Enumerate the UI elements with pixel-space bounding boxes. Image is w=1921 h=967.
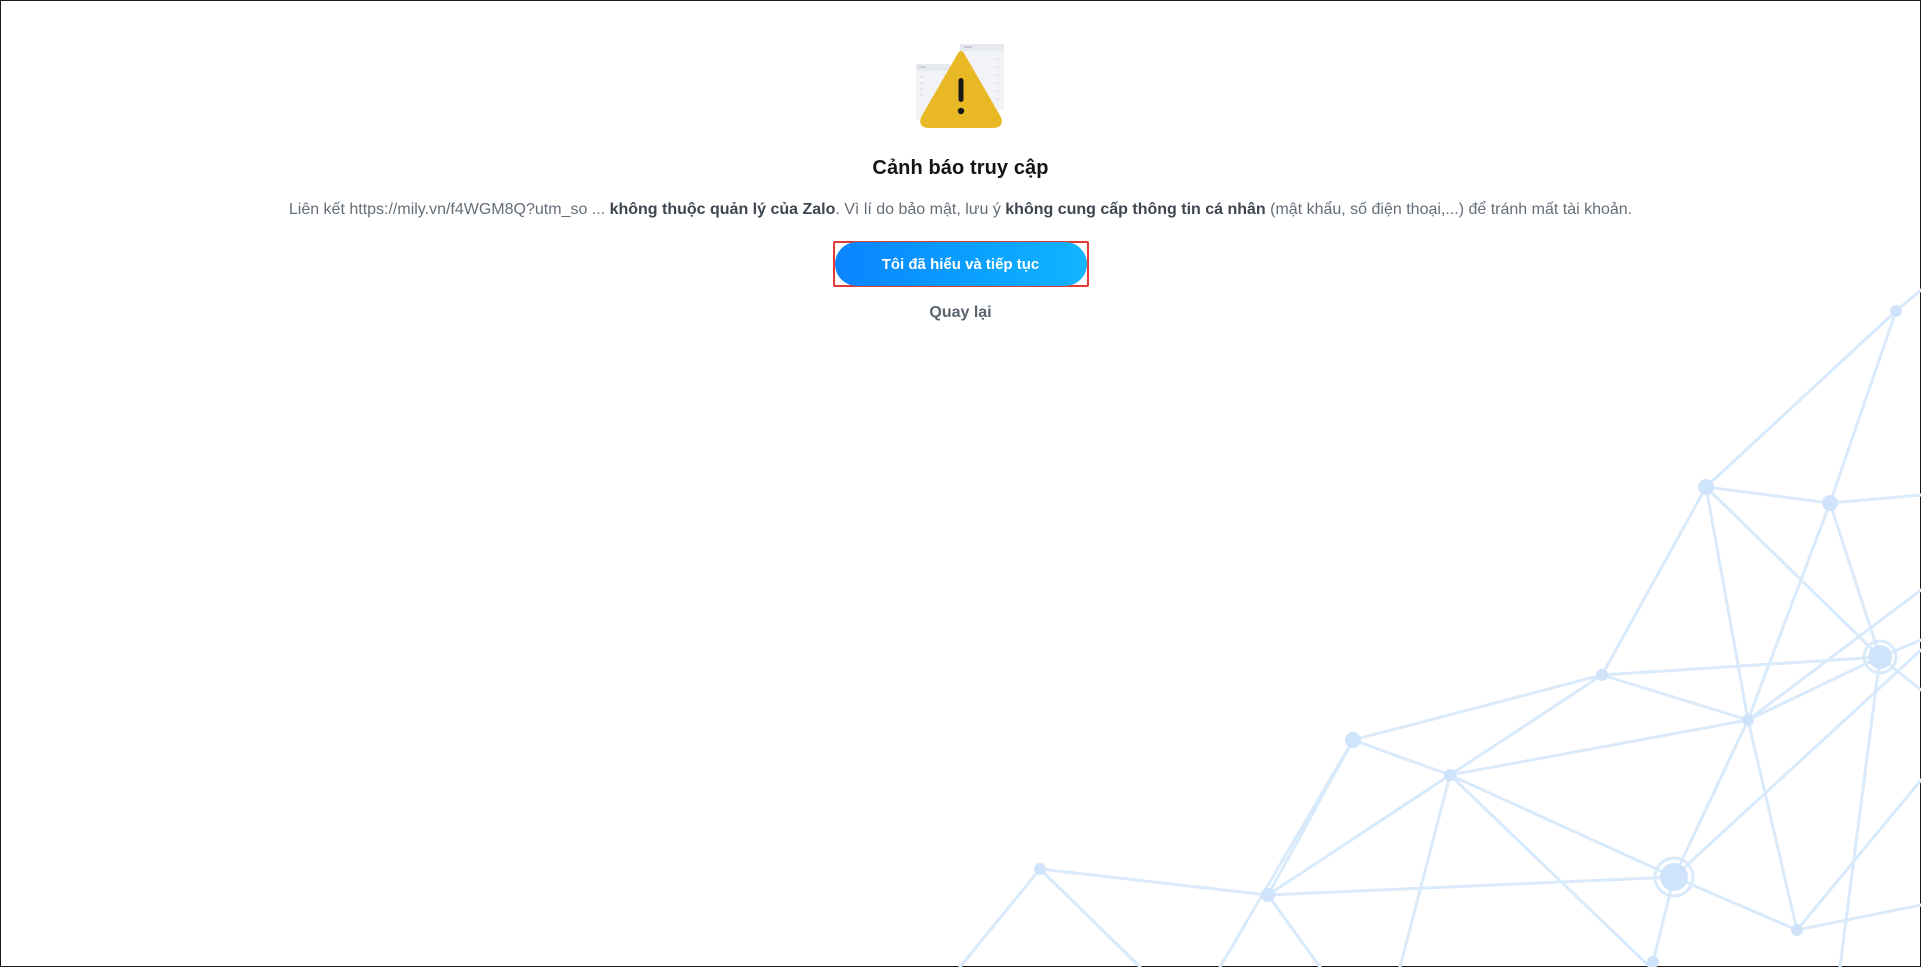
- continue-button[interactable]: Tôi đã hiểu và tiếp tục: [834, 242, 1087, 286]
- page-title: Cảnh báo truy cập: [872, 157, 1049, 179]
- message-link-text: Liên kết https://mily.vn/f4WGM8Q?utm_so …: [288, 201, 610, 218]
- message-suffix-text: (mật khẩu, số điện thoại,...) để tránh m…: [1265, 201, 1633, 218]
- warning-triangle-icon: [914, 42, 1008, 128]
- warning-panel: Cảnh báo truy cập Liên kết https://mily.…: [0, 0, 1921, 322]
- warning-message: Liên kết https://mily.vn/f4WGM8Q?utm_so …: [289, 200, 1632, 220]
- message-middle-text: . Vì lí do bảo mật, lưu ý: [835, 201, 1006, 218]
- highlight-box: Tôi đã hiểu và tiếp tục: [832, 241, 1089, 287]
- message-emphasis-not-managed: không thuộc quản lý của Zalo: [609, 201, 836, 218]
- back-link[interactable]: Quay lại: [929, 304, 991, 322]
- message-emphasis-no-personal-info: không cung cấp thông tin cá nhân: [1005, 201, 1266, 218]
